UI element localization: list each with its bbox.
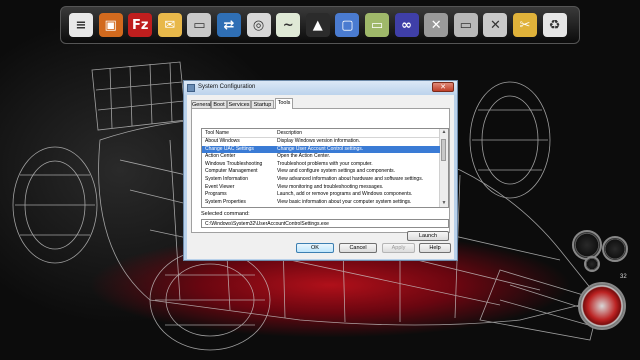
filezilla-icon[interactable]: Fz xyxy=(128,13,153,37)
tool-row[interactable]: Computer Management View and configure sy… xyxy=(202,168,440,175)
gadget-icon[interactable]: ~ xyxy=(276,13,301,37)
network-folder-icon[interactable]: ▭ xyxy=(365,13,389,37)
launch-button[interactable]: Launch xyxy=(407,231,449,241)
application-dock: ≡ ▣ Fz ✉ ▭ ⇄ ◎ ~ ▲ ▢ ▭ ∞ ✕ ▭ ✕ ✂ ♻ xyxy=(60,6,580,44)
cpu-meter-gadget[interactable] xyxy=(602,236,628,262)
tool-description: Launch, add or remove programs and Windo… xyxy=(277,191,413,198)
column-header-description[interactable]: Description xyxy=(277,129,302,137)
tab-tools[interactable]: Tools xyxy=(275,98,293,109)
column-header-tool-name[interactable]: Tool Name xyxy=(205,129,229,137)
tools-panel: Tool Name Description ▲ ▼ About Windows D… xyxy=(191,108,450,241)
tab-general[interactable]: General xyxy=(191,100,212,108)
help-button[interactable]: Help xyxy=(419,243,451,253)
tool-name: System Properties xyxy=(205,198,246,205)
folder-icon[interactable]: ▭ xyxy=(187,13,212,37)
ok-button[interactable]: OK xyxy=(296,243,334,253)
archive-icon[interactable]: ✕ xyxy=(483,13,508,37)
tool-name: System Information xyxy=(205,176,249,182)
tool-name: Event Viewer xyxy=(205,183,235,190)
tools-icon[interactable]: ✕ xyxy=(424,13,449,37)
documents-folder-icon[interactable]: ▭ xyxy=(453,13,478,37)
recycle-bin-icon[interactable]: ♻ xyxy=(542,13,567,37)
tool-name: Change UAC Settings xyxy=(205,145,254,152)
tool-name: About Windows xyxy=(205,138,240,144)
selected-command-field[interactable]: C:\Windows\System32\UserAccountControlSe… xyxy=(201,219,449,228)
msconfig-app-icon xyxy=(187,84,195,92)
scroll-down-icon[interactable]: ▼ xyxy=(440,200,448,207)
gauge-readout: 32 xyxy=(620,274,627,280)
tool-row[interactable]: About Windows Display Windows version inf… xyxy=(202,138,440,145)
tool-name: Computer Management xyxy=(205,168,258,175)
list-scrollbar[interactable]: ▲ ▼ xyxy=(439,129,448,207)
dashboard-gauge-gadget[interactable] xyxy=(578,282,626,330)
shortcut-icon[interactable]: ✂ xyxy=(513,13,537,37)
window-title: System Configuration xyxy=(198,84,256,90)
tool-row[interactable]: Programs Launch, add or remove programs a… xyxy=(202,191,440,198)
tab-startup[interactable]: Startup xyxy=(251,100,274,108)
tool-name: Action Center xyxy=(205,153,236,160)
tool-name: Windows Troubleshooting xyxy=(205,160,263,167)
tool-description: View advanced information about hardware… xyxy=(277,176,424,182)
close-button[interactable]: ✕ xyxy=(432,82,454,92)
selected-command-label: Selected command: xyxy=(201,211,250,217)
tool-row[interactable]: Change UAC Settings Change User Account C… xyxy=(202,145,440,153)
tool-row[interactable]: System Information View advanced informat… xyxy=(202,176,440,183)
tool-description: View and configure system settings and c… xyxy=(277,168,396,175)
outlook-icon[interactable]: ✉ xyxy=(157,13,182,37)
tool-row[interactable]: Action Center Open the Action Center. xyxy=(202,153,440,160)
tab-services[interactable]: Services xyxy=(227,100,251,108)
scroll-up-icon[interactable]: ▲ xyxy=(440,129,448,136)
tab-boot[interactable]: Boot xyxy=(211,100,227,108)
window-body: General Boot Services Startup Tools Tool… xyxy=(187,95,454,259)
lifebuoy-icon[interactable]: ◎ xyxy=(246,13,271,37)
tool-description: Display Windows version information. xyxy=(277,138,361,144)
teamviewer-icon[interactable]: ⇄ xyxy=(217,13,241,37)
tool-row[interactable]: System Properties View basic information … xyxy=(202,199,440,206)
tools-list[interactable]: Tool Name Description ▲ ▼ About Windows D… xyxy=(201,128,449,208)
window-titlebar[interactable]: System Configuration ✕ xyxy=(184,81,457,95)
notepad-icon[interactable]: ≡ xyxy=(69,13,93,37)
tool-description: View basic information about your comput… xyxy=(277,198,412,205)
speedometer-gadget[interactable] xyxy=(572,230,602,260)
tool-description: Troubleshoot problems with your computer… xyxy=(277,160,373,167)
apply-button[interactable]: Apply xyxy=(382,243,415,253)
vlc-icon[interactable]: ▲ xyxy=(305,13,330,37)
cancel-button[interactable]: Cancel xyxy=(339,243,377,253)
monitor-icon[interactable]: ▢ xyxy=(335,13,360,37)
tool-row[interactable]: Event Viewer View monitoring and troubles… xyxy=(202,184,440,191)
system-configuration-window: System Configuration ✕ General Boot Serv… xyxy=(183,80,458,261)
tool-description: Change User Account Control settings. xyxy=(277,145,364,152)
tool-row[interactable]: Windows Troubleshooting Troubleshoot prob… xyxy=(202,161,440,168)
tool-description: View monitoring and troubleshooting mess… xyxy=(277,183,384,190)
scroll-thumb[interactable] xyxy=(441,139,446,161)
small-meter-gadget[interactable] xyxy=(584,256,600,272)
tool-description: Open the Action Center. xyxy=(277,153,331,160)
list-header: Tool Name Description xyxy=(202,129,440,138)
infinity-icon[interactable]: ∞ xyxy=(394,13,419,37)
tool-name: Programs xyxy=(205,191,227,198)
visual-studio-icon[interactable]: ▣ xyxy=(98,13,123,37)
